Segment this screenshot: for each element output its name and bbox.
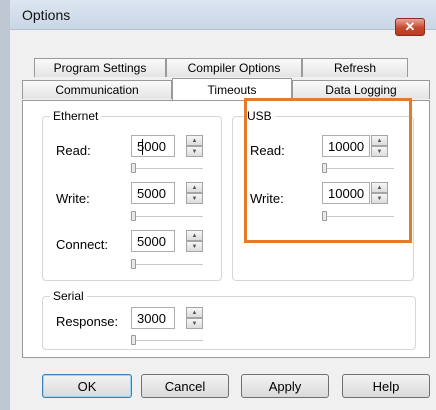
- spin-up-icon[interactable]: ▲: [186, 230, 203, 241]
- cancel-button-label: Cancel: [164, 378, 206, 394]
- ethernet-read-slider[interactable]: [133, 168, 203, 170]
- tab-timeouts[interactable]: Timeouts: [172, 78, 292, 100]
- ethernet-connect-spinner[interactable]: ▲ ▼: [186, 230, 203, 252]
- ethernet-write-input[interactable]: 5000: [131, 182, 175, 204]
- tab-refresh[interactable]: Refresh: [302, 58, 408, 77]
- serial-response-slider-thumb[interactable]: [131, 335, 136, 345]
- tab-label: Refresh: [333, 61, 377, 75]
- text-caret: [142, 139, 143, 155]
- tab-program-settings[interactable]: Program Settings: [34, 58, 166, 77]
- ok-button[interactable]: OK: [42, 374, 132, 398]
- serial-response-label: Response:: [56, 314, 119, 329]
- serial-group-label: Serial: [50, 289, 87, 303]
- apply-button-label: Apply: [268, 378, 302, 394]
- ok-button-label: OK: [77, 378, 97, 394]
- tab-compiler-options[interactable]: Compiler Options: [166, 58, 302, 77]
- spin-down-icon[interactable]: ▼: [186, 241, 203, 252]
- serial-response-spinner[interactable]: ▲ ▼: [186, 307, 203, 329]
- ethernet-read-slider-thumb[interactable]: [131, 163, 136, 173]
- cancel-button[interactable]: Cancel: [141, 374, 229, 398]
- help-button-label: Help: [372, 378, 400, 394]
- close-icon: ✕: [404, 19, 416, 34]
- apply-button[interactable]: Apply: [241, 374, 329, 398]
- ethernet-write-slider-thumb[interactable]: [131, 211, 136, 221]
- spin-down-icon[interactable]: ▼: [186, 193, 203, 204]
- tab-label: Timeouts: [207, 82, 257, 97]
- tab-label: Compiler Options: [187, 61, 281, 75]
- tab-label: Data Logging: [325, 83, 397, 97]
- serial-response-slider[interactable]: [133, 340, 203, 342]
- ethernet-connect-label: Connect:: [56, 237, 109, 252]
- tab-label: Program Settings: [53, 61, 147, 75]
- ethernet-read-input[interactable]: 5000: [131, 135, 175, 157]
- ethernet-read-spinner[interactable]: ▲ ▼: [186, 135, 203, 157]
- window-frame-left: [0, 0, 10, 410]
- spin-up-icon[interactable]: ▲: [186, 307, 203, 318]
- ethernet-connect-slider[interactable]: [133, 264, 203, 266]
- spin-down-icon[interactable]: ▼: [186, 146, 203, 157]
- serial-response-input[interactable]: 3000: [131, 307, 175, 329]
- usb-highlight-box: [244, 98, 412, 243]
- close-button[interactable]: ✕: [395, 18, 425, 36]
- spin-up-icon[interactable]: ▲: [186, 135, 203, 146]
- ethernet-write-spinner[interactable]: ▲ ▼: [186, 182, 203, 204]
- dialog-title: Options: [22, 7, 71, 23]
- tab-communication[interactable]: Communication: [22, 80, 172, 99]
- ethernet-connect-slider-thumb[interactable]: [131, 259, 136, 269]
- tab-data-logging[interactable]: Data Logging: [292, 80, 430, 99]
- spin-up-icon[interactable]: ▲: [186, 182, 203, 193]
- tab-label: Communication: [55, 83, 139, 97]
- ethernet-write-slider[interactable]: [133, 216, 203, 218]
- ethernet-connect-input[interactable]: 5000: [131, 230, 175, 252]
- spin-down-icon[interactable]: ▼: [186, 318, 203, 329]
- title-bar: [10, 0, 436, 30]
- ethernet-write-label: Write:: [56, 191, 90, 206]
- ethernet-group-label: Ethernet: [50, 109, 102, 123]
- ethernet-read-label: Read:: [56, 143, 91, 158]
- help-button[interactable]: Help: [342, 374, 430, 398]
